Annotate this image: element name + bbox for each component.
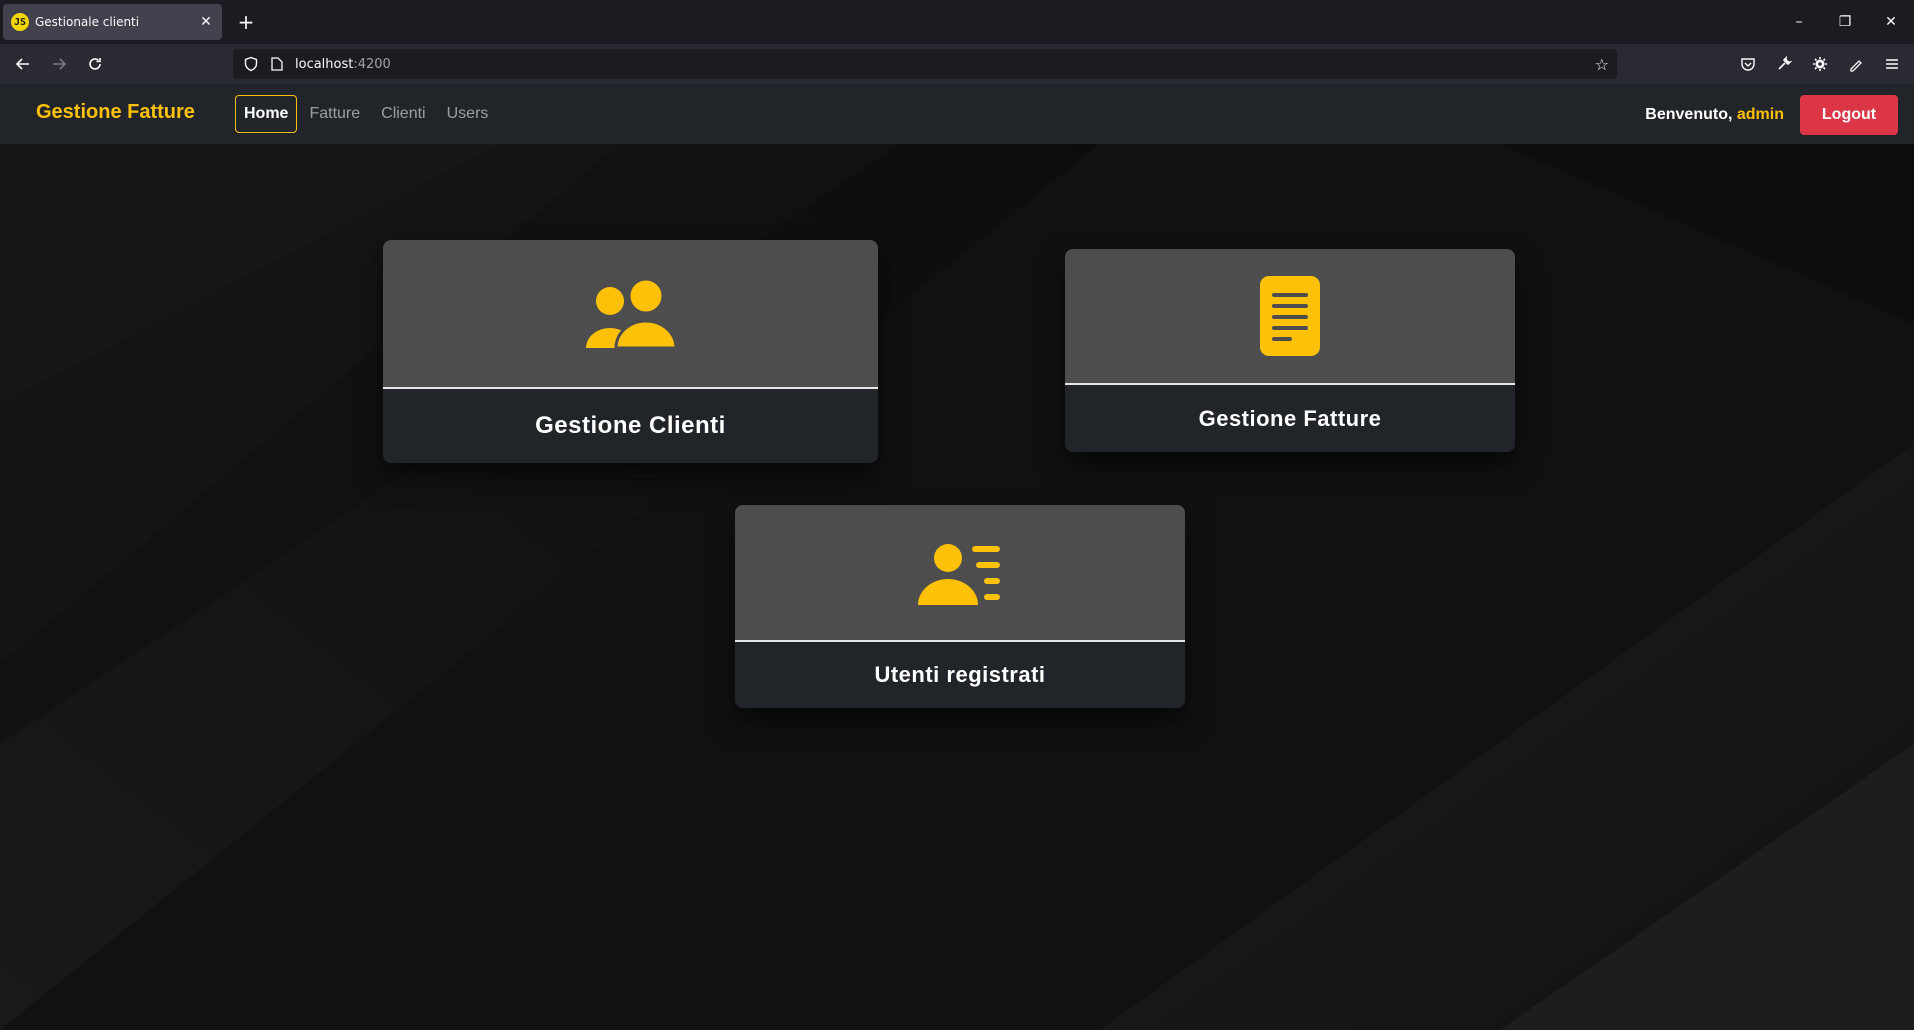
nav-fatture[interactable]: Fatture xyxy=(300,95,369,133)
url-text[interactable]: localhost:4200 xyxy=(295,57,391,72)
users-icon xyxy=(585,279,676,348)
forward-arrow-icon xyxy=(53,58,67,70)
browser-tab[interactable]: JS Gestionale clienti ✕ xyxy=(3,4,222,40)
back-button[interactable] xyxy=(9,50,37,78)
username: admin xyxy=(1736,106,1784,123)
card-gestione-clienti[interactable]: Gestione Clienti xyxy=(383,240,878,463)
card-title-area: Gestione Fatture xyxy=(1065,385,1515,452)
main-content: Gestione Clienti Gestione Fatture Utenti… xyxy=(0,144,1914,1030)
user-list-icon xyxy=(918,543,1000,605)
card-utenti-registrati[interactable]: Utenti registrati xyxy=(735,505,1185,708)
card-title-area: Gestione Clienti xyxy=(383,389,878,463)
browser-toolbar: localhost:4200 ☆ xyxy=(0,44,1914,84)
reload-icon xyxy=(89,58,101,70)
nav-links: Home Fatture Clienti Users xyxy=(235,95,500,133)
card-title-area: Utenti registrati xyxy=(735,642,1185,708)
browser-tabstrip: JS Gestionale clienti ✕ + – ❐ ✕ xyxy=(0,0,1914,44)
extension-gear-icon[interactable] xyxy=(1802,50,1838,78)
welcome-text: Benvenuto, admin xyxy=(1645,106,1784,124)
card-icon-area xyxy=(735,505,1185,642)
url-port: :4200 xyxy=(353,56,391,72)
document-icon xyxy=(1260,276,1320,356)
user-area: Benvenuto, admin Logout xyxy=(1645,95,1898,135)
reload-button[interactable] xyxy=(81,50,109,78)
restore-button[interactable]: ❐ xyxy=(1822,0,1868,44)
toolbar-icons xyxy=(1730,50,1910,78)
tab-close-icon[interactable]: ✕ xyxy=(196,14,216,30)
card-title: Utenti registrati xyxy=(874,662,1046,687)
window-controls: – ❐ ✕ xyxy=(1776,0,1914,44)
favicon-icon: JS xyxy=(11,13,29,31)
nav-users[interactable]: Users xyxy=(438,95,498,133)
tab-title: Gestionale clienti xyxy=(35,15,140,29)
page-icon xyxy=(271,57,283,71)
card-icon-area xyxy=(383,240,878,389)
url-bar[interactable]: localhost:4200 ☆ xyxy=(233,49,1617,79)
forward-button[interactable] xyxy=(45,50,73,78)
brand-link[interactable]: Gestione Fatture xyxy=(36,101,195,124)
welcome-prefix: Benvenuto, xyxy=(1645,106,1733,123)
shield-icon[interactable] xyxy=(243,56,259,72)
pocket-icon[interactable] xyxy=(1730,50,1766,78)
url-host: localhost xyxy=(295,56,354,72)
logout-button[interactable]: Logout xyxy=(1800,95,1898,135)
card-gestione-fatture[interactable]: Gestione Fatture xyxy=(1065,249,1515,452)
bookmark-star-icon[interactable]: ☆ xyxy=(1595,55,1609,74)
pen-icon[interactable] xyxy=(1838,50,1874,78)
app-navbar: Gestione Fatture Home Fatture Clienti Us… xyxy=(0,84,1914,144)
card-icon-area xyxy=(1065,249,1515,385)
menu-icon[interactable] xyxy=(1874,50,1910,78)
new-tab-button[interactable]: + xyxy=(232,8,260,36)
wrench-icon[interactable] xyxy=(1766,50,1802,78)
close-window-button[interactable]: ✕ xyxy=(1868,0,1914,44)
nav-home[interactable]: Home xyxy=(235,95,298,133)
card-title: Gestione Fatture xyxy=(1198,405,1382,431)
back-arrow-icon xyxy=(15,58,29,70)
card-title: Gestione Clienti xyxy=(535,412,726,439)
minimize-button[interactable]: – xyxy=(1776,0,1822,44)
nav-clienti[interactable]: Clienti xyxy=(372,95,434,133)
